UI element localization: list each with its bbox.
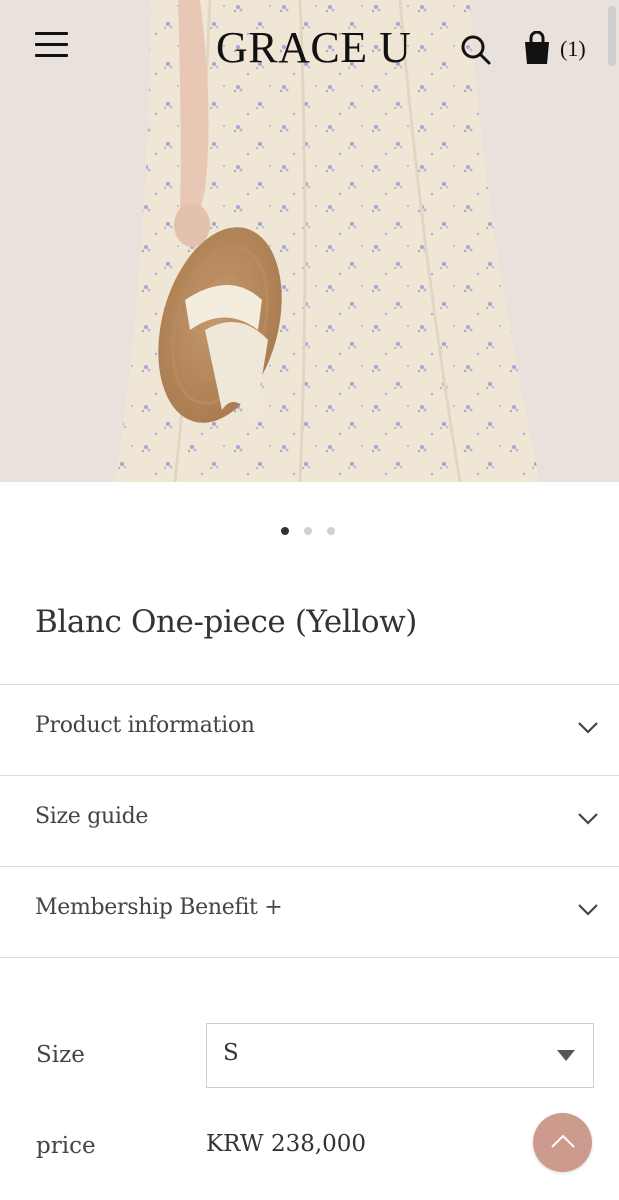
carousel-dot[interactable] [281,527,289,535]
accordion-label: Product information [35,713,255,738]
scroll-to-top-button[interactable] [533,1113,592,1172]
chevron-down-icon [578,813,598,825]
menu-icon[interactable] [35,32,69,62]
size-select[interactable]: S [206,1023,594,1088]
accordion-product-information[interactable]: Product information [0,684,619,775]
size-select-value: S [223,1040,239,1066]
shopping-bag-icon[interactable] [522,30,552,65]
cart-count[interactable]: (1) [560,36,586,62]
scrollbar[interactable] [608,6,616,66]
accordion-size-guide[interactable]: Size guide [0,775,619,866]
price-value: KRW 238,000 [206,1131,367,1157]
chevron-up-icon [551,1134,575,1148]
price-label: price [36,1133,96,1159]
accordion-membership-benefit[interactable]: Membership Benefit + [0,866,619,958]
brand-logo[interactable]: GRACE U [216,22,411,73]
accordion-label: Size guide [35,804,149,829]
size-label: Size [36,1042,85,1068]
caret-down-icon [557,1050,575,1061]
chevron-down-icon [578,722,598,734]
product-title: Blanc One-piece (Yellow) [35,604,417,640]
chevron-down-icon [578,904,598,916]
accordion-label: Membership Benefit + [35,895,283,920]
carousel-dot[interactable] [327,527,335,535]
carousel-dot[interactable] [304,527,312,535]
search-icon[interactable] [460,34,492,66]
carousel-dots [281,527,335,535]
